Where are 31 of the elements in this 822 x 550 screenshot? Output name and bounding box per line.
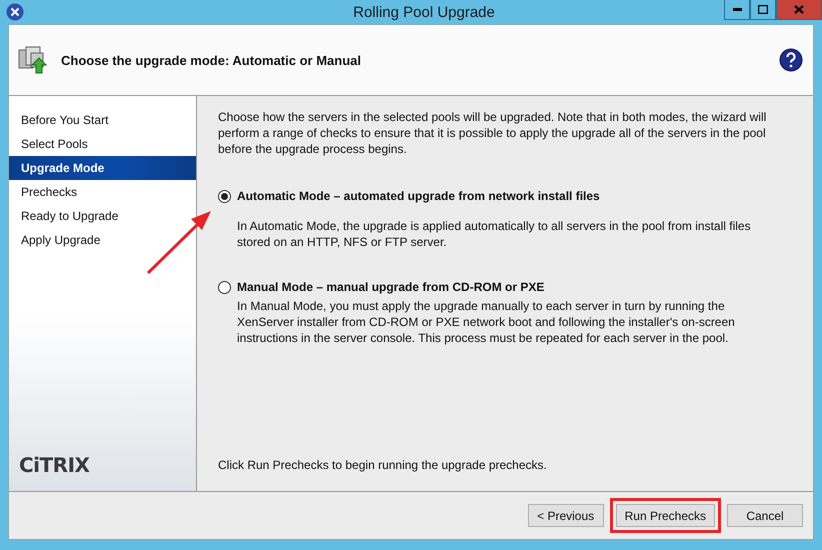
wizard-step[interactable]: Upgrade Mode (9, 156, 196, 180)
wizard-step[interactable]: Select Pools (9, 132, 196, 156)
help-icon[interactable] (779, 48, 803, 72)
wizard-button[interactable]: Run Prechecks (616, 504, 715, 527)
mode-description: In Automatic Mode, the upgrade is applied automatically to all servers in the pool from install files stored on an HTTP, NFS or FTP server. (237, 218, 752, 250)
minimize-button[interactable] (724, 0, 750, 20)
wizard-step[interactable]: Apply Upgrade (9, 228, 196, 252)
wizard-step[interactable]: Prechecks (9, 180, 196, 204)
server-upgrade-icon (17, 44, 49, 76)
wizard-step[interactable]: Before You Start (9, 108, 196, 132)
mode-radio[interactable]: Manual Mode – manual upgrade from CD-ROM or PXE (218, 280, 793, 294)
radio-button[interactable] (218, 280, 231, 294)
maximize-button[interactable] (750, 0, 776, 20)
footer-note: Click Run Prechecks to begin running the upgrade prechecks. (218, 458, 548, 472)
wizard-button[interactable]: Cancel (727, 504, 803, 527)
radio-label: Manual Mode – manual upgrade from CD-ROM or PXE (237, 280, 544, 294)
intro-text: Choose how the servers in the selected pools will be upgraded. Note that in both modes, the wizard will perform a range of checks to ensure that it is possible to apply the upgrade all of the servers in the pool before the upgrade process begins. (218, 109, 768, 157)
close-button[interactable] (776, 0, 822, 20)
window-title: Rolling Pool Upgrade (352, 4, 496, 20)
close-icon (794, 5, 804, 14)
app-icon (6, 3, 24, 21)
wizard-button[interactable]: < Previous (528, 504, 604, 527)
minimize-icon (732, 8, 742, 11)
radio-button[interactable] (218, 190, 231, 202)
logo: CiTRIX (19, 453, 90, 477)
mode-description: In Manual Mode, you must apply the upgrade manually to each server in turn by running the XenServer installer from CD-ROM or PXE network boot and following the installer's on-screen instructions in the server console. This process must be repeated for each server in the pool. (237, 298, 736, 346)
page-heading: Choose the upgrade mode: Automatic or Manual (61, 52, 361, 68)
radio-label: Automatic Mode – automated upgrade from network install files (237, 189, 600, 203)
mode-radio[interactable]: Automatic Mode – automated upgrade from network install files (218, 189, 793, 203)
wizard-step[interactable]: Ready to Upgrade (9, 204, 196, 228)
maximize-icon (758, 5, 768, 14)
